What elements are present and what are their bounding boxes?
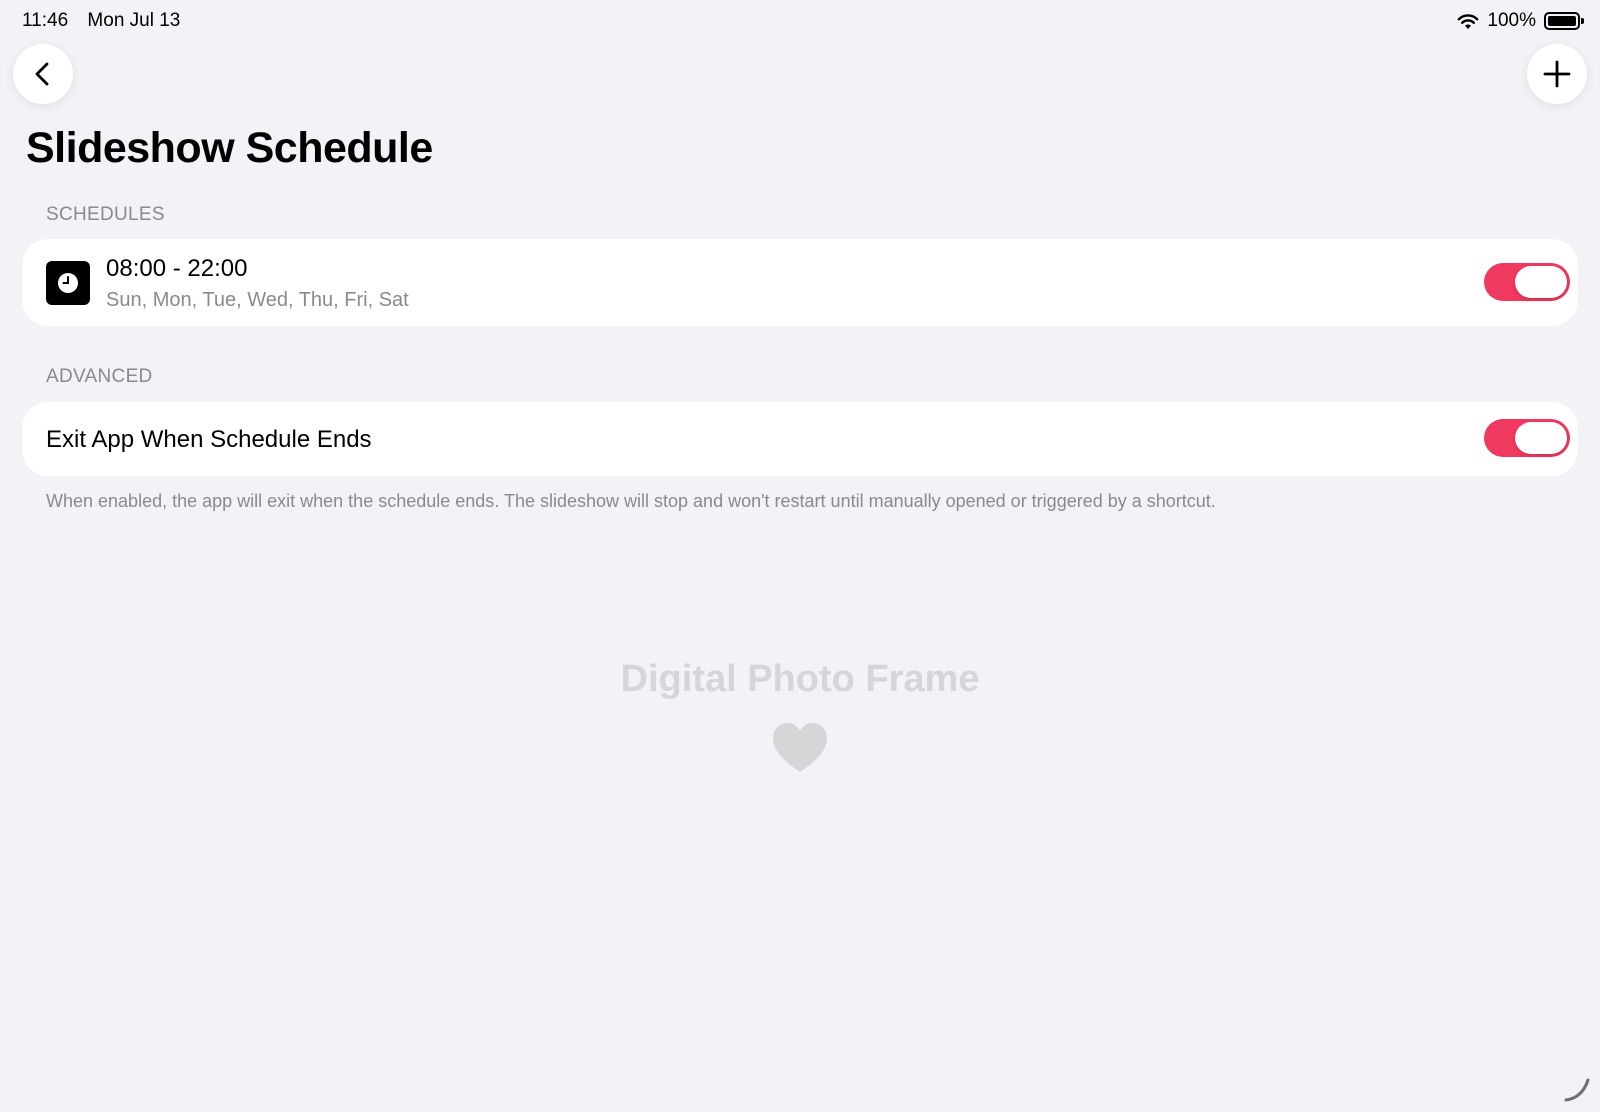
exit-app-toggle[interactable]	[1484, 419, 1570, 457]
exit-app-footnote: When enabled, the app will exit when the…	[46, 491, 1216, 511]
chevron-left-icon	[35, 62, 49, 86]
add-schedule-button[interactable]	[1527, 44, 1587, 104]
toggle-knob	[1515, 266, 1567, 298]
resize-handle-icon	[1564, 1078, 1590, 1102]
exit-app-label: Exit App When Schedule Ends	[46, 426, 372, 453]
heart-icon	[773, 723, 827, 772]
status-time: 11:46	[22, 10, 69, 31]
battery-full-icon	[1544, 12, 1584, 30]
schedule-time-range: 08:00 - 22:00	[106, 255, 248, 282]
plus-icon	[1543, 60, 1571, 88]
schedule-days: Sun, Mon, Tue, Wed, Thu, Fri, Sat	[106, 289, 409, 311]
schedule-row[interactable]: 08:00 - 22:00 Sun, Mon, Tue, Wed, Thu, F…	[22, 239, 1578, 326]
status-date: Mon Jul 13	[87, 10, 181, 31]
page-title: Slideshow Schedule	[26, 124, 433, 172]
section-header-advanced: ADVANCED	[46, 366, 153, 387]
wifi-icon	[1457, 13, 1479, 29]
battery-percent: 100%	[1487, 10, 1536, 31]
back-button[interactable]	[13, 44, 73, 104]
clock-icon	[46, 261, 90, 305]
status-indicators: 100%	[1457, 10, 1584, 32]
toggle-knob	[1515, 422, 1567, 454]
status-time-date: 11:46 Mon Jul 13	[22, 10, 194, 32]
app-brand-name: Digital Photo Frame	[620, 658, 980, 700]
exit-app-row: Exit App When Schedule Ends	[22, 402, 1578, 476]
status-bar: 11:46 Mon Jul 13 100%	[0, 0, 1600, 44]
section-header-schedules: SCHEDULES	[46, 204, 165, 225]
schedule-enabled-toggle[interactable]	[1484, 263, 1570, 301]
